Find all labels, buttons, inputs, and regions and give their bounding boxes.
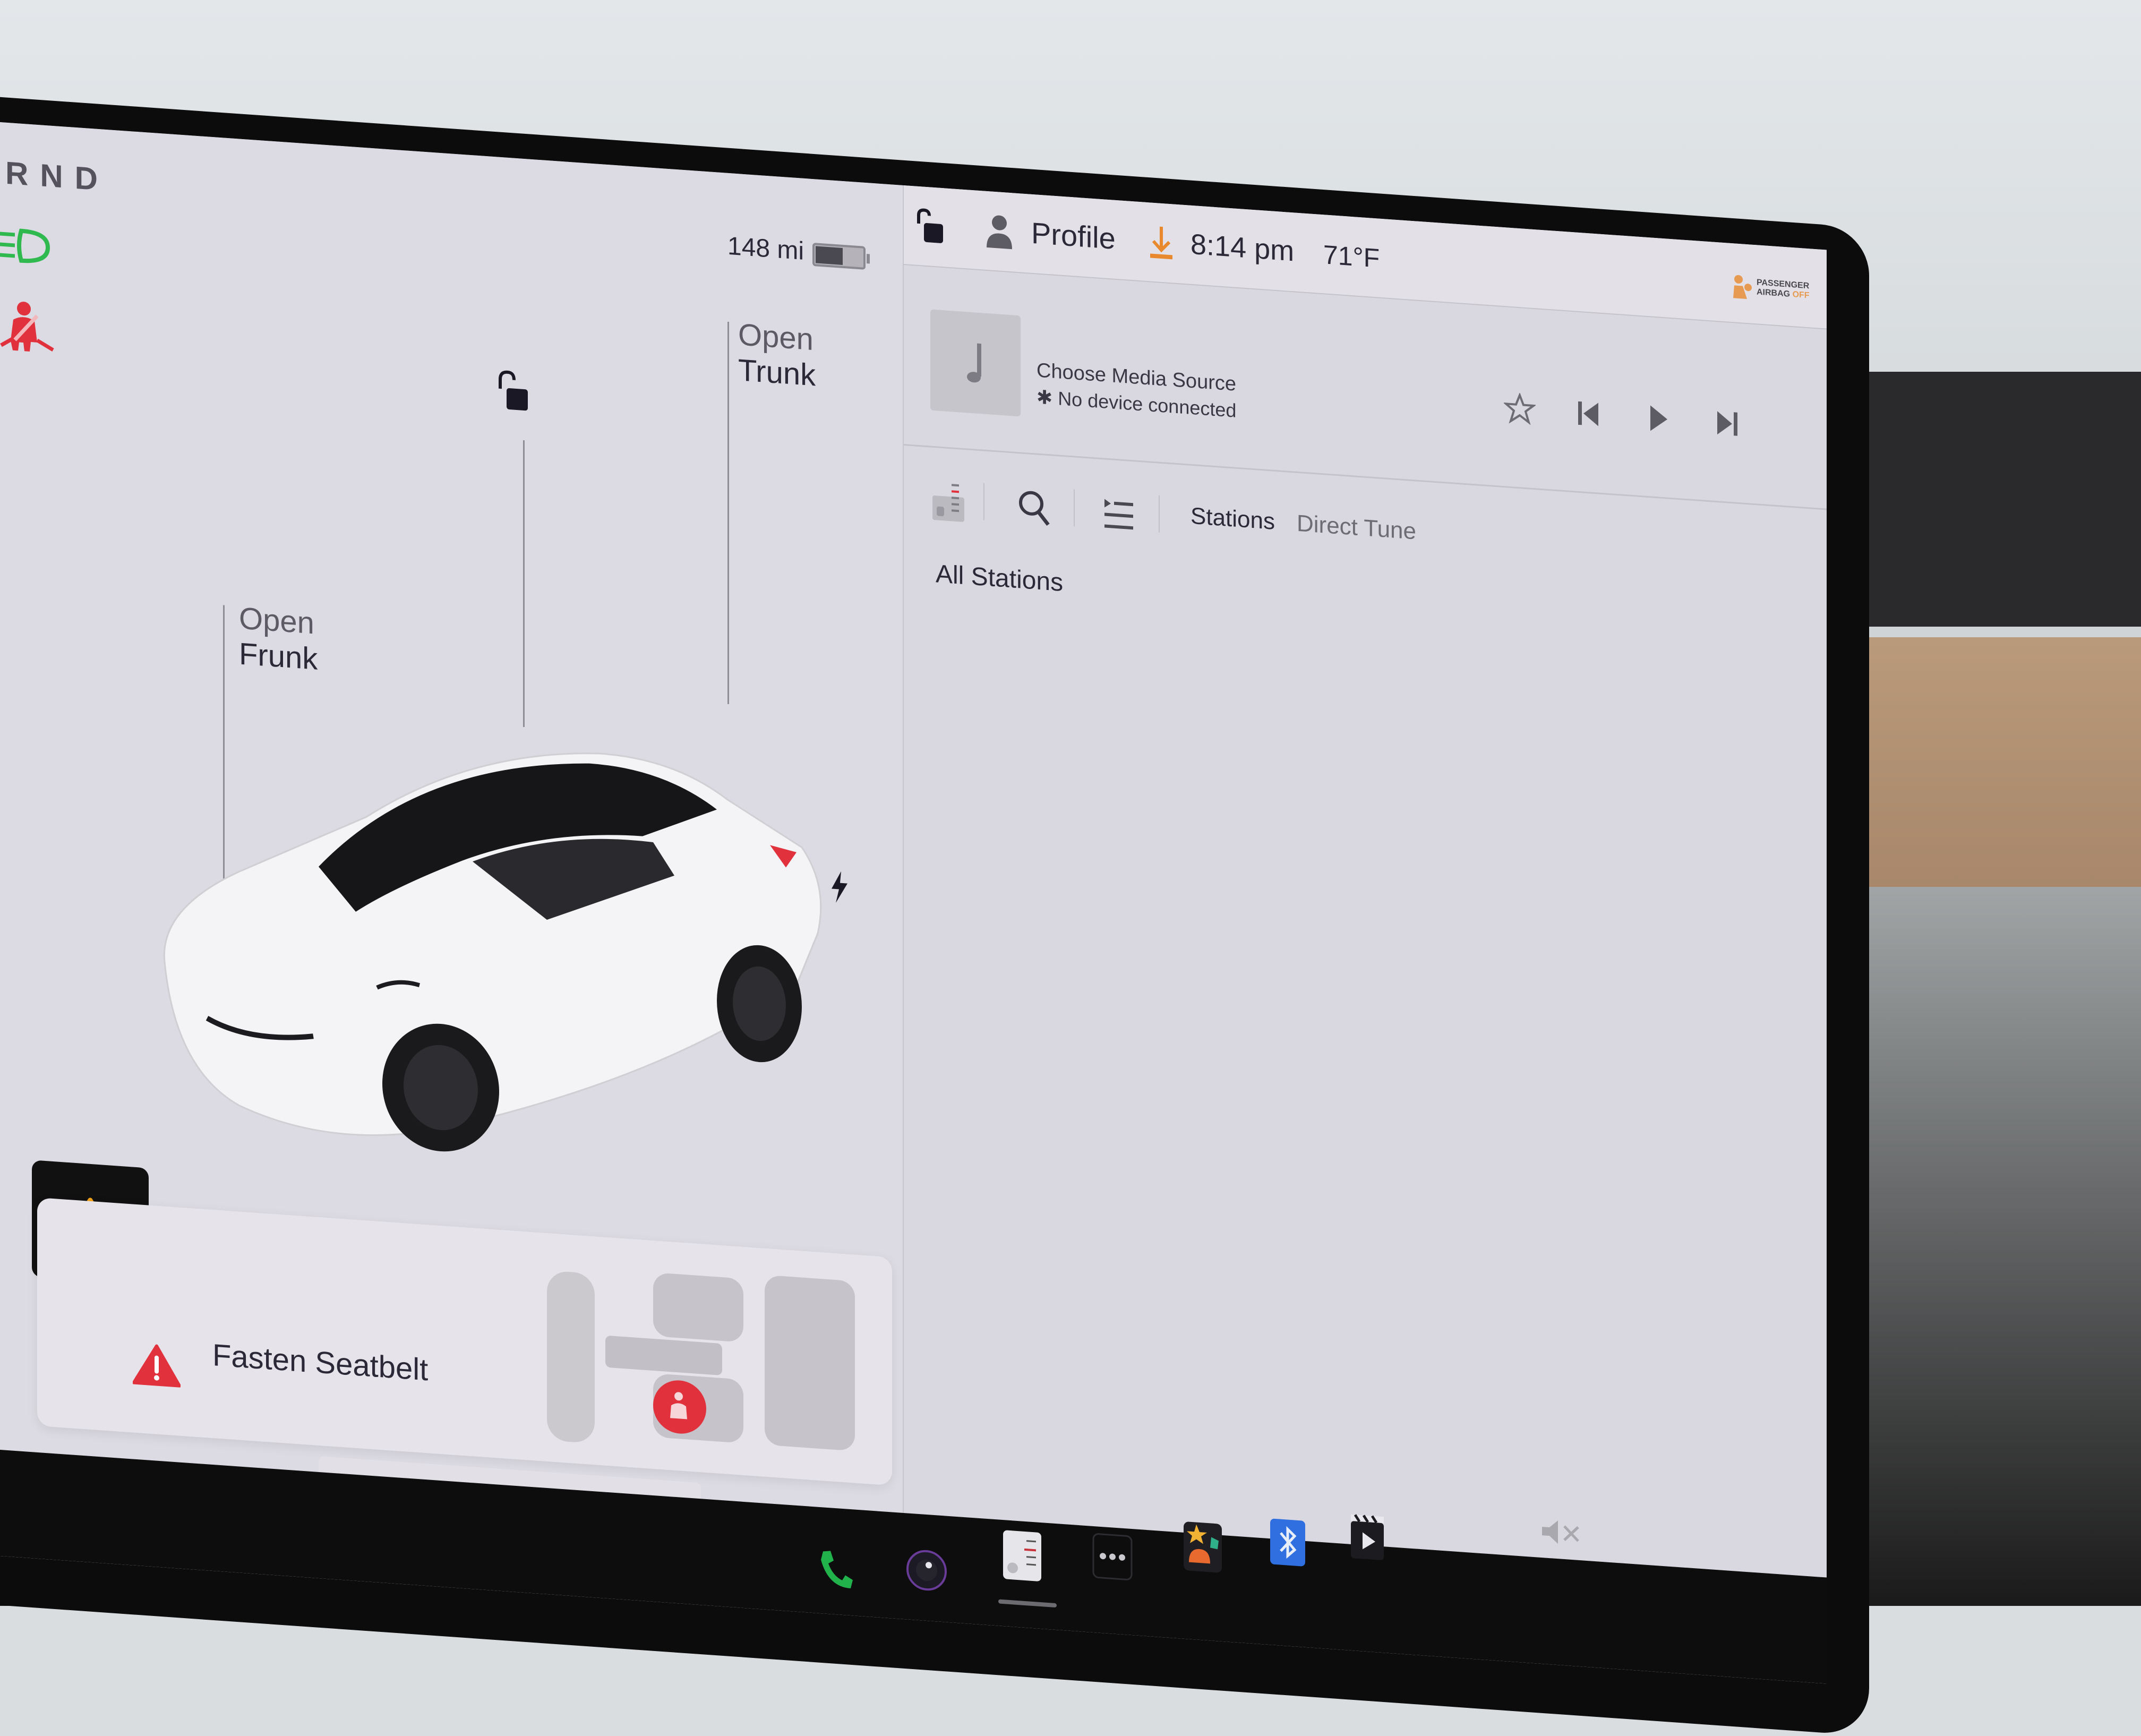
open-frunk-button[interactable]: Open Frunk <box>239 601 318 677</box>
charge-port-icon[interactable] <box>828 870 850 904</box>
unlock-doors-button[interactable] <box>494 369 531 414</box>
airbag-icon <box>1731 272 1752 301</box>
frunk-label-line1: Open <box>239 601 314 640</box>
trunk-label-line1: Open <box>738 317 813 357</box>
range-readout: 148 mi <box>727 232 804 266</box>
more-apps-button[interactable] <box>1089 1531 1136 1582</box>
next-track-button[interactable] <box>1711 406 1743 440</box>
ellipsis-icon <box>1091 1532 1134 1583</box>
section-title: All Stations <box>936 559 1063 597</box>
phone-icon <box>818 1547 855 1592</box>
radio-source-icon[interactable] <box>930 480 967 525</box>
alert-triangle-icon <box>133 1342 181 1388</box>
toybox-app-button[interactable] <box>1179 1521 1227 1572</box>
clapperboard-icon <box>1349 1512 1386 1563</box>
lock-callout-line <box>523 440 525 727</box>
seat-occupancy-diagram <box>542 1254 860 1467</box>
clock: 8:14 pm <box>1191 228 1294 268</box>
active-app-indicator <box>998 1599 1057 1607</box>
tab-divider <box>983 483 984 520</box>
lock-status-icon[interactable] <box>914 207 946 246</box>
touchscreen: RND 148 mi Open Frunk <box>0 122 1827 1684</box>
outside-temperature: 71°F <box>1323 239 1380 273</box>
alert-message: Fasten Seatbelt <box>212 1337 428 1388</box>
tab-divider <box>1159 495 1160 533</box>
dashboard-trim <box>1844 372 2141 627</box>
favorite-star-button[interactable] <box>1504 392 1536 426</box>
tab-stations[interactable]: Stations <box>1191 503 1275 535</box>
profile-button[interactable]: Profile <box>1031 216 1116 256</box>
radio-app-button[interactable] <box>998 1530 1046 1581</box>
phone-app-button[interactable] <box>812 1544 860 1595</box>
tab-direct-tune[interactable]: Direct Tune <box>1297 510 1416 545</box>
camera-lens-icon <box>905 1547 948 1593</box>
vehicle-3d-render <box>143 663 834 1190</box>
seatbelt-alert-card[interactable]: Fasten Seatbelt <box>37 1198 892 1486</box>
radio-icon <box>1001 1528 1043 1584</box>
profile-icon[interactable] <box>983 212 1015 252</box>
music-note-icon <box>962 338 989 388</box>
vehicle-panel: RND 148 mi Open Frunk <box>0 122 903 1513</box>
album-art-placeholder <box>930 310 1021 417</box>
battery-icon <box>812 243 866 270</box>
trunk-callout-line <box>727 322 729 704</box>
volume-muted-button[interactable] <box>1540 1515 1582 1550</box>
trunk-label-line2: Trunk <box>738 353 816 394</box>
search-icon[interactable] <box>1015 485 1052 531</box>
software-update-icon[interactable] <box>1148 224 1175 262</box>
previous-track-button[interactable] <box>1573 397 1605 431</box>
media-panel: Profile 8:14 pm 71°F PASSENGER AIRBAG OF… <box>903 185 1827 1578</box>
wood-trim <box>1844 637 2141 887</box>
headlights-on-icon <box>0 223 53 269</box>
open-trunk-button[interactable]: Open Trunk <box>738 317 816 394</box>
battery-fill <box>816 246 843 265</box>
bluetooth-icon: ✱ <box>1037 386 1052 408</box>
passenger-airbag-indicator: PASSENGER AIRBAG OFF <box>1731 264 1816 313</box>
bluetooth-app-button[interactable] <box>1264 1517 1312 1568</box>
airbag-state: OFF <box>1793 290 1810 300</box>
theater-app-button[interactable] <box>1343 1512 1391 1563</box>
playback-controls <box>1504 392 1743 440</box>
queue-list-icon[interactable] <box>1100 491 1137 536</box>
toybox-icon <box>1181 1519 1224 1576</box>
play-button[interactable] <box>1642 401 1674 435</box>
camera-app-button[interactable] <box>903 1545 950 1596</box>
airbag-label-line2: AIRBAG <box>1757 287 1790 298</box>
bluetooth-icon <box>1269 1517 1306 1568</box>
tab-divider <box>1074 489 1075 526</box>
gear-indicator: RND <box>5 155 109 199</box>
seatbelt-warning-icon <box>0 297 58 360</box>
